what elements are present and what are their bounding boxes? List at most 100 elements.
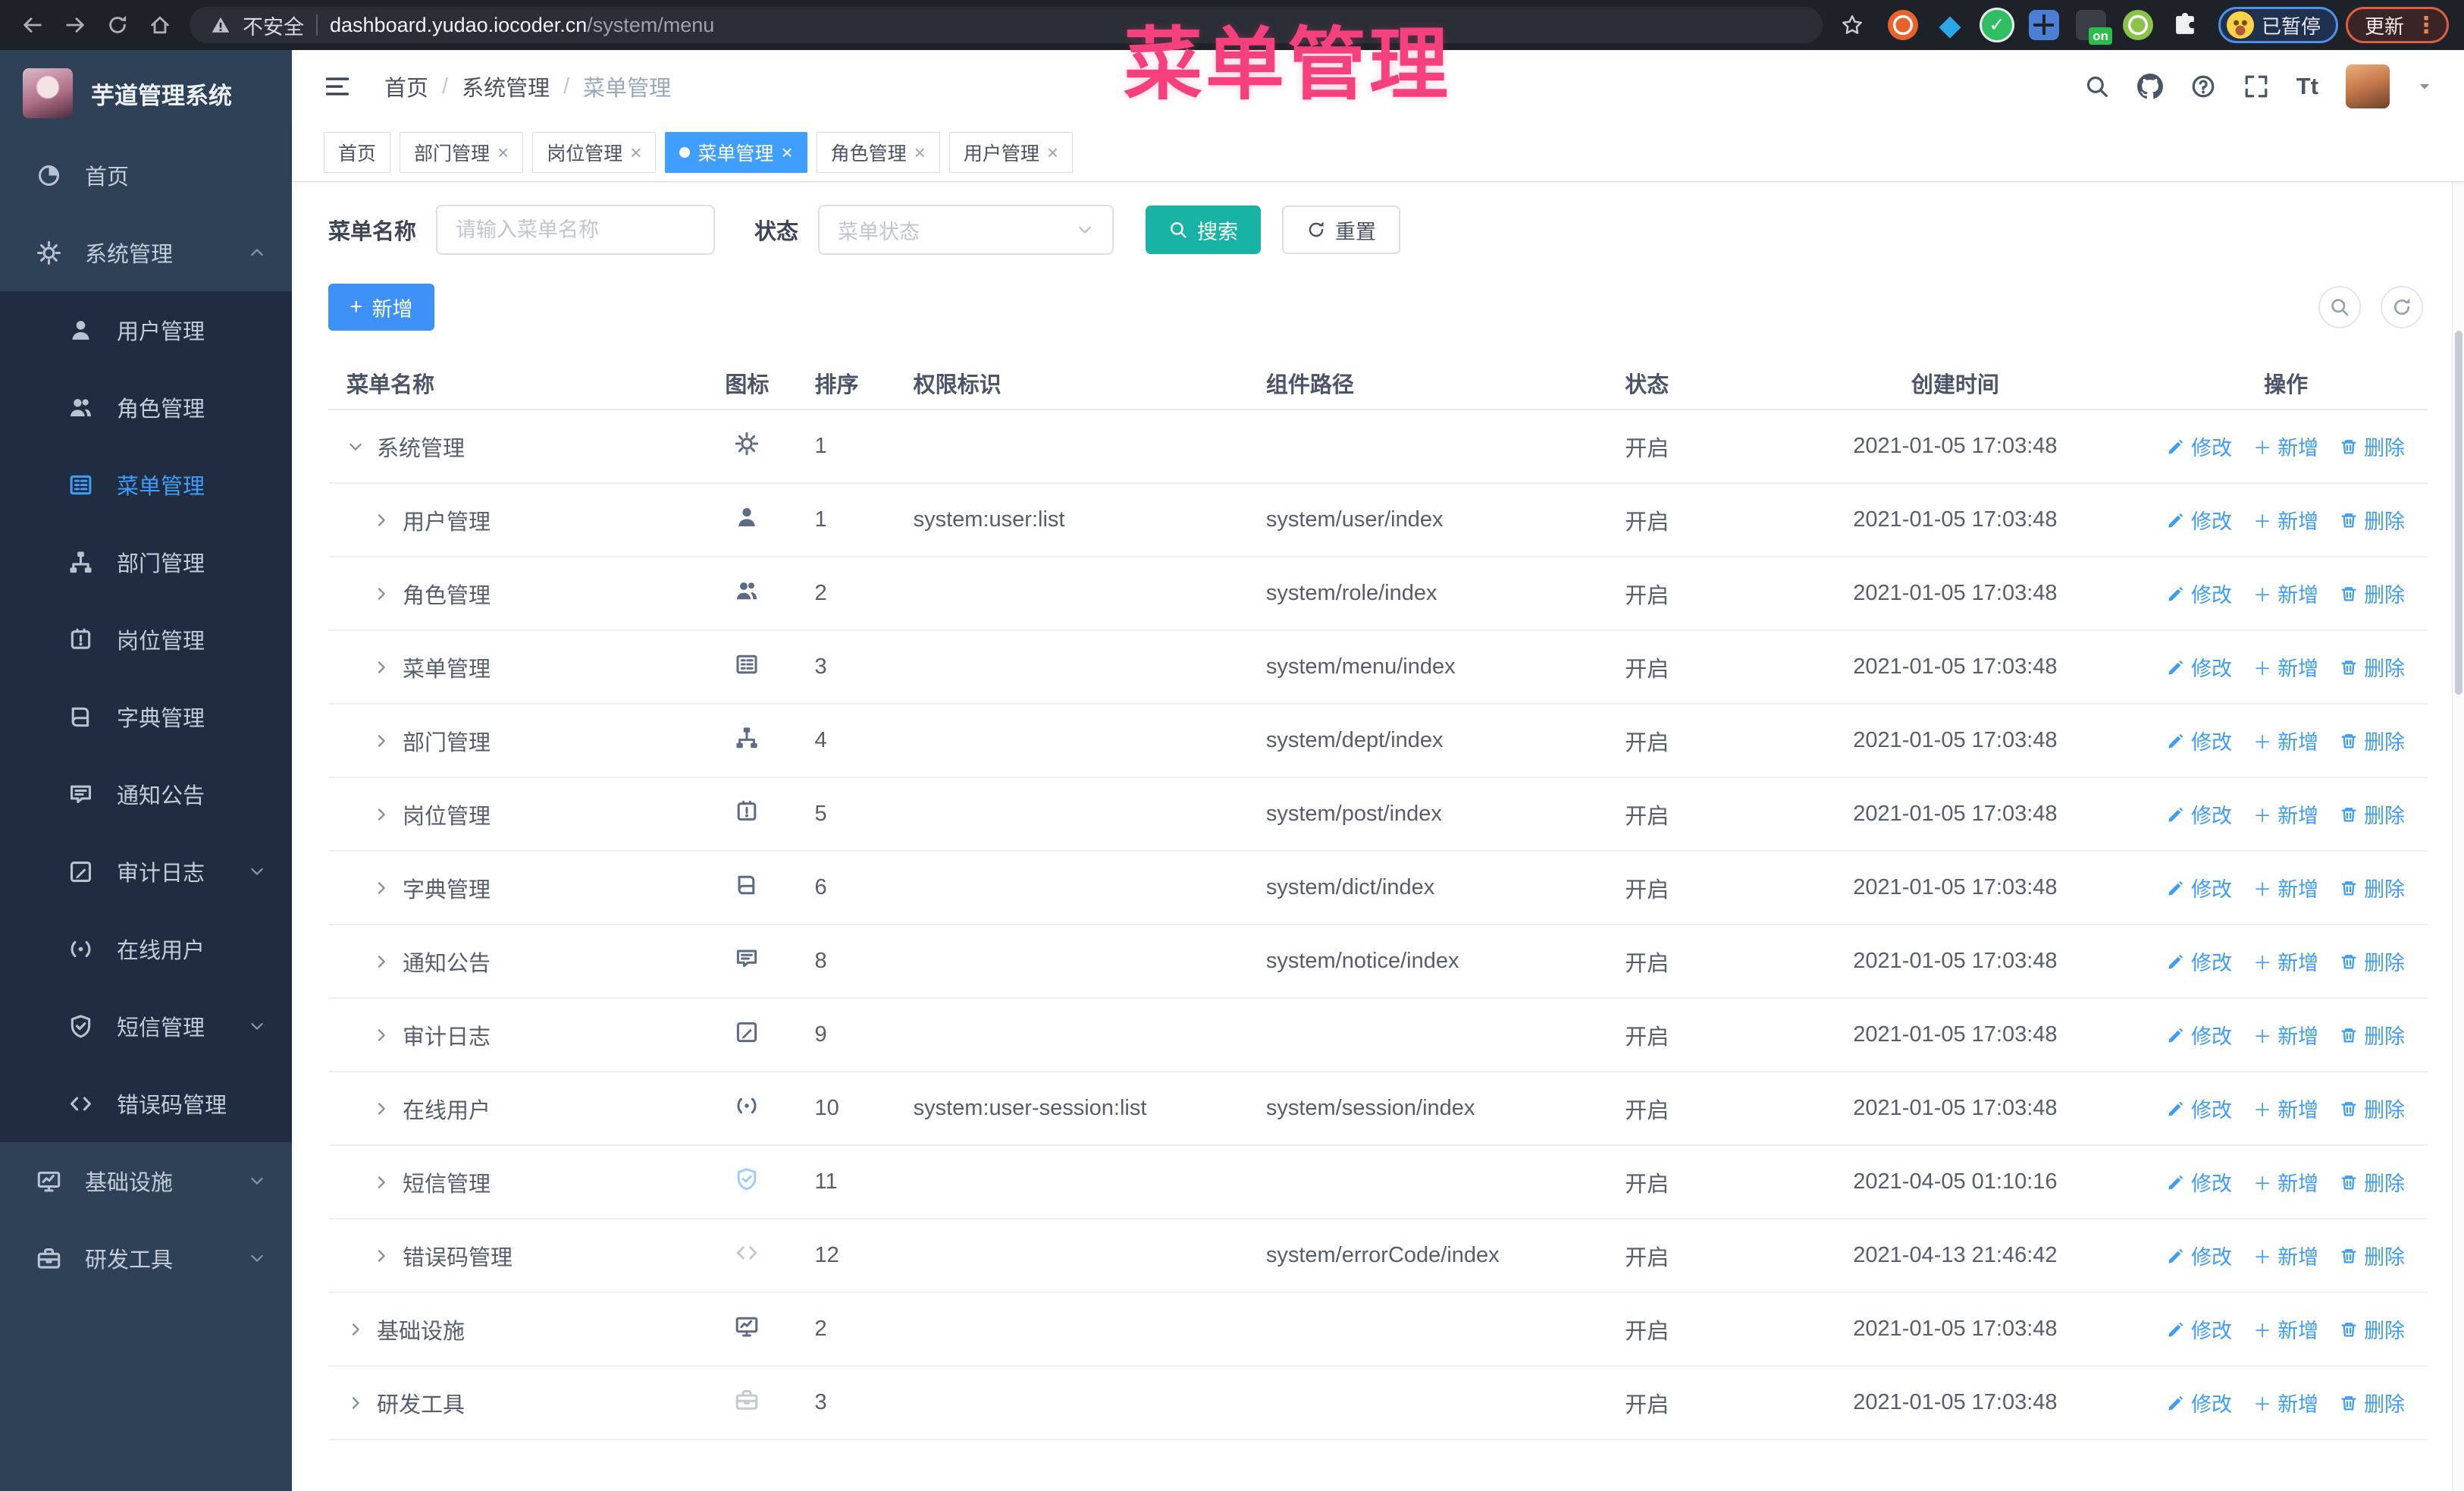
browser-forward-icon[interactable] [58,8,92,42]
edit-link[interactable]: 修改 [2167,726,2232,755]
expand-right-icon[interactable] [372,732,390,750]
expand-right-icon[interactable] [372,805,390,824]
reset-button[interactable]: 重置 [1282,206,1401,254]
add-child-link[interactable]: ＋新增 [2253,1314,2318,1344]
scrollbar-thumb[interactable] [2455,331,2462,695]
user-menu-caret-icon[interactable] [2417,79,2432,94]
menu-name-input[interactable] [436,205,716,255]
add-child-link[interactable]: ＋新增 [2253,1241,2318,1270]
address-bar[interactable]: 不安全 dashboard.yudao.iocoder.cn/system/me… [190,7,1823,43]
sidebar-item-system[interactable]: 系统管理 [0,214,292,291]
extension-puzzle-icon[interactable] [2170,10,2200,40]
delete-link[interactable]: 删除 [2340,946,2405,976]
edit-link[interactable]: 修改 [2167,1241,2232,1270]
breadcrumb-item[interactable]: 首页 [384,71,428,102]
status-select[interactable]: 菜单状态 [818,205,1114,255]
search-button[interactable]: 搜索 [1146,206,1262,254]
add-child-link[interactable]: ＋新增 [2253,579,2318,608]
expand-right-icon[interactable] [372,511,390,529]
sidebar-item-dept[interactable]: 部门管理 [0,523,292,601]
edit-link[interactable]: 修改 [2167,432,2232,461]
app-logo[interactable]: 芋道管理系统 [0,50,292,137]
edit-link[interactable]: 修改 [2167,946,2232,976]
add-child-link[interactable]: ＋新增 [2253,799,2318,829]
extension-orange-icon[interactable] [1887,10,1918,40]
sidebar-item-home[interactable]: 首页 [0,137,292,214]
browser-back-icon[interactable] [15,8,50,42]
expand-right-icon[interactable] [372,1026,390,1044]
expand-right-icon[interactable] [346,1394,365,1412]
sidebar-item-menu[interactable]: 菜单管理 [0,446,292,523]
tab-dept[interactable]: 部门管理 × [400,131,524,173]
edit-link[interactable]: 修改 [2167,1167,2232,1197]
toggle-search-button[interactable] [2318,286,2361,328]
add-button[interactable]: + 新增 [328,284,434,331]
collapse-sidebar-icon[interactable] [324,73,351,100]
expand-right-icon[interactable] [372,879,390,897]
expand-right-icon[interactable] [372,1247,390,1265]
add-child-link[interactable]: ＋新增 [2253,873,2318,902]
tab-user[interactable]: 用户管理 × [948,131,1074,173]
delete-link[interactable]: 删除 [2340,1241,2405,1270]
sidebar-item-online[interactable]: 在线用户 [0,910,292,987]
expand-right-icon[interactable] [372,953,390,971]
close-icon[interactable]: × [630,143,641,162]
font-size-icon[interactable]: Tt [2296,73,2318,100]
delete-link[interactable]: 删除 [2340,799,2405,829]
refresh-table-button[interactable] [2381,286,2423,328]
breadcrumb-item[interactable]: 系统管理 [462,71,550,102]
add-child-link[interactable]: ＋新增 [2253,505,2318,535]
expand-right-icon[interactable] [372,1100,390,1118]
close-icon[interactable]: × [497,143,509,162]
extension-green-dot-icon[interactable] [2122,10,2153,40]
extension-blue-grid-icon[interactable] [2028,10,2059,40]
close-icon[interactable]: × [1047,143,1058,162]
tab-home[interactable]: 首页 [324,131,391,173]
edit-link[interactable]: 修改 [2167,1388,2232,1417]
add-child-link[interactable]: ＋新增 [2253,432,2318,461]
browser-update-button[interactable]: 更新 ⋮ [2345,7,2449,43]
sidebar-item-sms[interactable]: 短信管理 [0,987,292,1065]
tab-role[interactable]: 角色管理 × [816,131,940,173]
browser-reload-icon[interactable] [100,8,135,42]
help-icon[interactable] [2190,74,2216,99]
delete-link[interactable]: 删除 [2340,726,2405,755]
sidebar-item-devtool[interactable]: 研发工具 [0,1219,292,1297]
browser-home-icon[interactable] [143,8,177,42]
close-icon[interactable]: × [914,143,926,162]
add-child-link[interactable]: ＋新增 [2253,726,2318,755]
delete-link[interactable]: 删除 [2340,579,2405,608]
extension-green-check-icon[interactable]: ✓ [1981,10,2012,40]
delete-link[interactable]: 删除 [2340,1020,2405,1050]
edit-link[interactable]: 修改 [2167,873,2232,902]
delete-link[interactable]: 删除 [2340,432,2405,461]
delete-link[interactable]: 删除 [2340,1094,2405,1123]
delete-link[interactable]: 删除 [2340,505,2405,535]
edit-link[interactable]: 修改 [2167,505,2232,535]
edit-link[interactable]: 修改 [2167,1020,2232,1050]
sidebar-item-log[interactable]: 审计日志 [0,833,292,910]
edit-link[interactable]: 修改 [2167,1094,2232,1123]
expand-right-icon[interactable] [372,585,390,603]
sidebar-item-notice[interactable]: 通知公告 [0,755,292,833]
sidebar-item-errcode[interactable]: 错误码管理 [0,1065,292,1142]
extension-blue-gem-icon[interactable]: ◆ [1935,10,1965,42]
avatar[interactable] [2346,64,2390,108]
delete-link[interactable]: 删除 [2340,1314,2405,1344]
add-child-link[interactable]: ＋新增 [2253,1020,2318,1050]
sidebar-item-post[interactable]: 岗位管理 [0,601,292,678]
add-child-link[interactable]: ＋新增 [2253,652,2318,682]
add-child-link[interactable]: ＋新增 [2253,1167,2318,1197]
delete-link[interactable]: 删除 [2340,1388,2405,1417]
expand-right-icon[interactable] [372,658,390,676]
expand-right-icon[interactable] [346,1320,365,1339]
delete-link[interactable]: 删除 [2340,1167,2405,1197]
sidebar-item-role[interactable]: 角色管理 [0,369,292,446]
delete-link[interactable]: 删除 [2340,652,2405,682]
expand-right-icon[interactable] [372,1173,390,1191]
add-child-link[interactable]: ＋新增 [2253,1388,2318,1417]
edit-link[interactable]: 修改 [2167,652,2232,682]
close-icon[interactable]: × [781,143,792,162]
add-child-link[interactable]: ＋新增 [2253,1094,2318,1123]
edit-link[interactable]: 修改 [2167,799,2232,829]
